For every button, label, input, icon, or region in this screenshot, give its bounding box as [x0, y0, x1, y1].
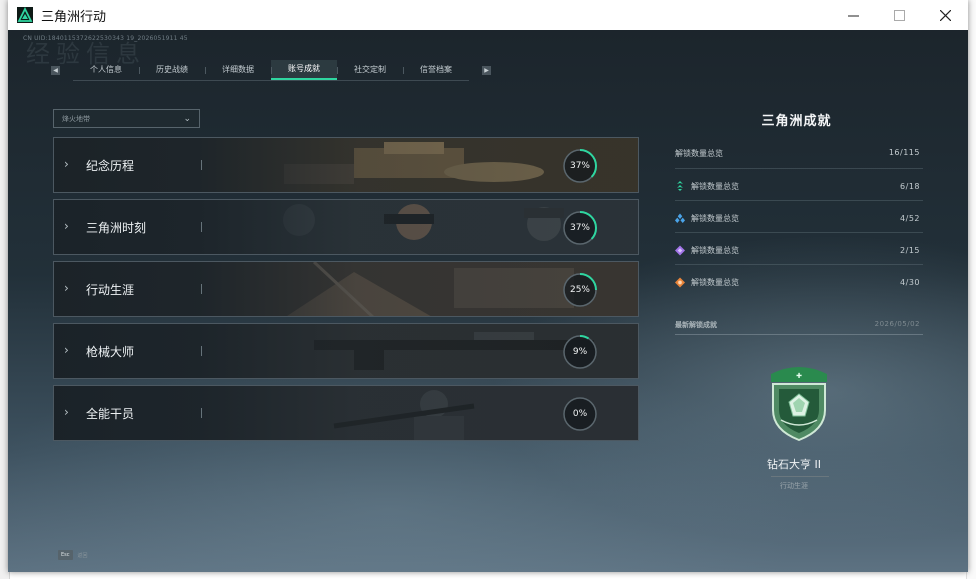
progress-ring: 37% [561, 209, 599, 247]
latest-badge-name: 钻石大亨 II [767, 458, 821, 471]
latest-unlock-header: 最新解锁成就 2026/05/02 [675, 320, 923, 330]
category-card-weapon-master[interactable]: › 枪械大师 9% [53, 323, 639, 379]
diamond-tycoon-badge-icon[interactable]: ✚ [767, 364, 831, 442]
category-name: 枪械大师 [86, 345, 135, 359]
summary-row-value: 2/15 [900, 245, 920, 255]
latest-badge-category: 行动生涯 [780, 482, 808, 490]
category-card-memorial[interactable]: › 纪念历程 37% [53, 137, 639, 193]
summary-row-tier-2: 解锁数量总览 4/52 [675, 211, 923, 225]
summary-row-label: 解锁数量总览 [691, 213, 739, 223]
category-card-delta-moment[interactable]: › 三角洲时刻 37% [53, 199, 639, 255]
chevron-left-icon: ◀ [53, 66, 58, 74]
progress-percent: 9% [572, 347, 588, 357]
summary-row-value: 6/18 [900, 181, 920, 191]
game-content: 经验信息 CN UID:1840115372622530343 19_20260… [8, 30, 968, 572]
category-name: 纪念历程 [86, 159, 135, 173]
latest-unlock-date: 2026/05/02 [874, 320, 920, 328]
minimize-button[interactable] [830, 0, 876, 30]
app-logo-icon [17, 7, 33, 23]
mode-dropdown-value: 烽火地带 [62, 114, 90, 123]
progress-percent: 37% [569, 223, 590, 233]
summary-row-value: 4/30 [900, 277, 920, 287]
progress-percent: 25% [569, 285, 590, 295]
maximize-button[interactable] [876, 0, 922, 30]
summary-row-label: 解锁数量总览 [691, 245, 739, 255]
summary-total-label: 解锁数量总览 [675, 149, 723, 158]
green-chevron-icon [675, 181, 685, 191]
progress-percent: 0% [572, 409, 588, 419]
summary-total-value: 16/115 [888, 148, 920, 157]
achievement-summary-panel: 三角洲成就 解锁数量总览 16/115 解锁数量总览 6/18 解锁数量总览 4… [675, 110, 923, 490]
progress-ring: 9% [561, 333, 599, 371]
title-bar: 三角洲行动 [8, 0, 968, 31]
tab-next-button[interactable]: ▶ [482, 65, 491, 75]
purple-diamond-icon [675, 245, 685, 255]
progress-percent: 37% [569, 161, 590, 171]
category-card-career[interactable]: › 行动生涯 25% [53, 261, 639, 317]
expand-chevron-icon: › [64, 405, 69, 419]
chevron-right-icon: ▶ [484, 66, 489, 74]
category-name: 行动生涯 [86, 283, 135, 297]
progress-ring: 25% [561, 271, 599, 309]
summary-title: 三角洲成就 [761, 114, 832, 129]
category-name: 全能干员 [86, 407, 135, 421]
tab-social[interactable]: 社交定制 [337, 60, 403, 80]
expand-chevron-icon: › [64, 157, 69, 171]
category-name: 三角洲时刻 [86, 221, 147, 235]
category-card-all-round-operator[interactable]: › 全能干员 0% [53, 385, 639, 441]
expand-chevron-icon: › [64, 343, 69, 357]
progress-ring: 37% [561, 147, 599, 185]
tab-reputation[interactable]: 信誉档案 [403, 60, 469, 80]
achievement-category-list: › 纪念历程 37% › 三角洲时刻 37% › 行动生涯 25% › 枪械大师… [53, 137, 639, 447]
minimize-icon [847, 15, 859, 16]
back-label: 返回 [77, 552, 88, 559]
summary-row-tier-3: 解锁数量总览 2/15 [675, 243, 923, 257]
window-title: 三角洲行动 [41, 9, 107, 25]
orange-diamond-icon [675, 277, 685, 287]
summary-row-value: 4/52 [900, 213, 920, 223]
svg-text:✚: ✚ [796, 372, 802, 380]
expand-chevron-icon: › [64, 281, 69, 295]
back-hint[interactable]: Esc 返回 [58, 550, 88, 560]
summary-row-label: 解锁数量总览 [691, 181, 739, 191]
close-icon [939, 9, 951, 21]
expand-chevron-icon: › [64, 219, 69, 233]
game-window: 三角洲行动 经验信息 CN UID:1840115372622530343 19… [8, 0, 968, 572]
esc-key-badge: Esc [58, 550, 73, 560]
summary-total-row: 解锁数量总览 16/115 [675, 148, 923, 159]
tab-prev-button[interactable]: ◀ [51, 65, 60, 75]
cn-uid: CN UID:1840115372622530343 19_2026051911… [23, 35, 188, 42]
tab-personal-info[interactable]: 个人信息 [73, 60, 139, 80]
tab-history[interactable]: 历史战绩 [139, 60, 205, 80]
chevron-down-icon: ⌄ [183, 113, 191, 124]
blue-diamond-icon [675, 213, 685, 223]
summary-row-tier-1: 解锁数量总览 6/18 [675, 179, 923, 193]
tab-bar: ◀ 个人信息 历史战绩 详细数据 账号成就 社交定制 信誉档案 ▶ [51, 59, 491, 81]
maximize-icon [893, 9, 905, 21]
summary-row-label: 解锁数量总览 [691, 277, 739, 287]
close-button[interactable] [922, 0, 968, 30]
mode-dropdown[interactable]: 烽火地带 ⌄ [53, 109, 200, 128]
progress-ring: 0% [561, 395, 599, 433]
summary-row-tier-4: 解锁数量总览 4/30 [675, 275, 923, 289]
tab-detailed-data[interactable]: 详细数据 [205, 60, 271, 80]
tab-achievements[interactable]: 账号成就 [271, 59, 337, 80]
latest-unlock-label: 最新解锁成就 [675, 321, 717, 329]
